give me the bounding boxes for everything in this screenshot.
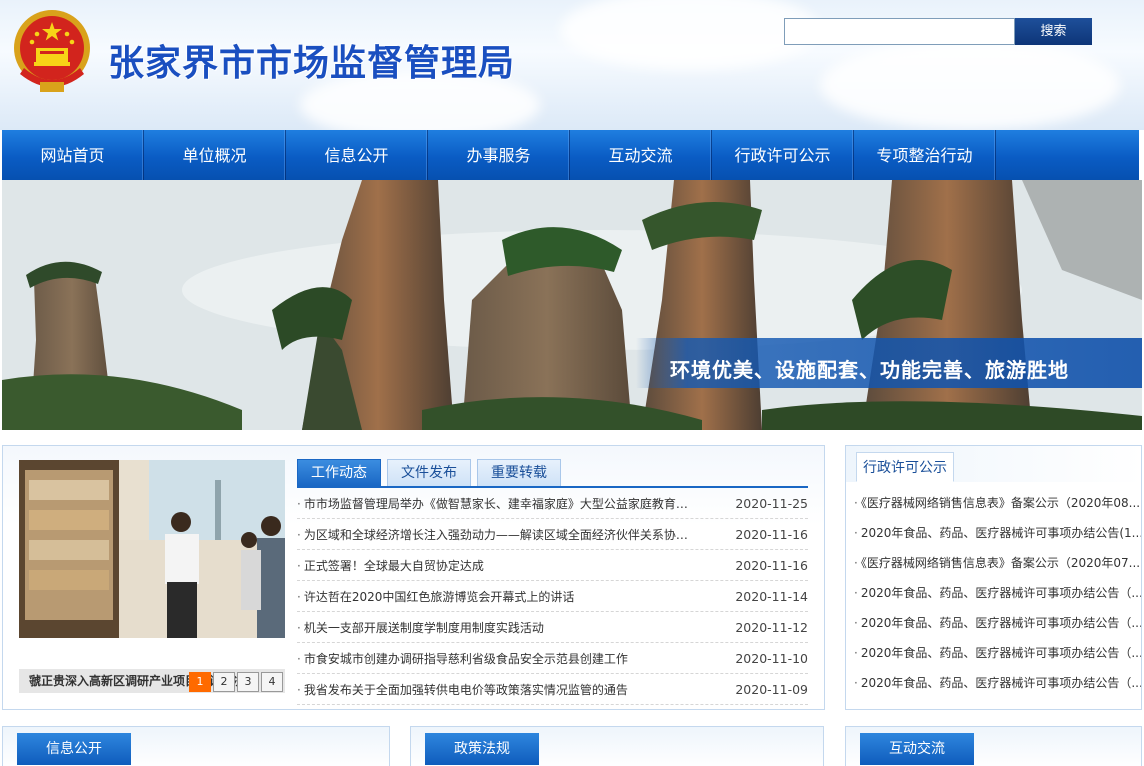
list-item[interactable]: 为区域和全球经济增长注入强劲动力——解读区域全面经济伙伴关系协定... 2020-… xyxy=(297,519,808,550)
news-date: 2020-11-12 xyxy=(735,619,808,635)
tab-file-release[interactable]: 文件发布 xyxy=(387,459,471,486)
hero-banner: 环境优美、设施配套、功能完善、旅游胜地 xyxy=(2,180,1142,430)
list-item[interactable]: 2020年食品、药品、医疗器械许可事项办结公告(1... xyxy=(854,518,1141,548)
nav-item-services[interactable]: 办事服务 xyxy=(428,130,570,180)
news-tabs: 工作动态 文件发布 重要转载 xyxy=(297,459,561,486)
news-date: 2020-11-09 xyxy=(735,681,808,697)
section-tab-policy[interactable]: 政策法规 xyxy=(425,733,539,765)
nav-item-home[interactable]: 网站首页 xyxy=(2,130,144,180)
landscape-image xyxy=(2,180,1142,430)
tab-license-public[interactable]: 行政许可公示 xyxy=(856,452,954,482)
pager-page-3[interactable]: 3 xyxy=(237,672,259,692)
news-title[interactable]: 正式签署！全球最大自贸协定达成 xyxy=(297,557,484,574)
section-interaction: 互动交流 xyxy=(845,726,1142,766)
nav-item-special-action[interactable]: 专项整治行动 xyxy=(854,130,996,180)
section-tab-interaction[interactable]: 互动交流 xyxy=(860,733,974,765)
section-policy: 政策法规 xyxy=(410,726,824,766)
list-item[interactable]: 市食安城市创建办调研指导慈利省级食品安全示范县创建工作 2020-11-10 xyxy=(297,643,808,674)
main-nav: 网站首页 单位概况 信息公开 办事服务 互动交流 行政许可公示 专项整治行动 xyxy=(2,130,1139,180)
news-title[interactable]: 我省发布关于全面加强转供电电价等政策落实情况监管的通告 xyxy=(297,681,628,698)
search-input[interactable] xyxy=(784,18,1015,45)
license-panel: 行政许可公示 《医疗器械网络销售信息表》备案公示（2020年08... 2020… xyxy=(845,445,1142,710)
list-item[interactable]: 2020年食品、药品、医疗器械许可事项办结公告（... xyxy=(854,608,1141,638)
license-list: 《医疗器械网络销售信息表》备案公示（2020年08... 2020年食品、药品、… xyxy=(854,488,1141,698)
list-item[interactable]: 2020年食品、药品、医疗器械许可事项办结公告（... xyxy=(854,668,1141,698)
pager-page-2[interactable]: 2 xyxy=(213,672,235,692)
license-panel-header: 行政许可公示 xyxy=(846,446,1141,482)
list-item[interactable]: 2020年食品、药品、医疗器械许可事项办结公告（... xyxy=(854,638,1141,668)
pager-page-4[interactable]: 4 xyxy=(261,672,283,692)
section-info-disclosure: 信息公开 xyxy=(2,726,390,766)
news-title[interactable]: 许达哲在2020中国红色旅游博览会开幕式上的讲话 xyxy=(297,588,575,605)
news-photo-image xyxy=(19,460,285,638)
list-item[interactable]: 《医疗器械网络销售信息表》备案公示（2020年08... xyxy=(854,488,1141,518)
nav-item-about[interactable]: 单位概况 xyxy=(144,130,286,180)
nav-item-info-disclosure[interactable]: 信息公开 xyxy=(286,130,428,180)
search-button[interactable]: 搜索 xyxy=(1015,18,1092,45)
news-date: 2020-11-10 xyxy=(735,650,808,666)
list-item[interactable]: 我省发布关于全面加强转供电电价等政策落实情况监管的通告 2020-11-09 xyxy=(297,674,808,705)
news-title[interactable]: 为区域和全球经济增长注入强劲动力——解读区域全面经济伙伴关系协定... xyxy=(297,526,697,543)
news-title[interactable]: 市市场监督管理局举办《做智慧家长、建幸福家庭》大型公益家庭教育讲座 xyxy=(297,495,697,512)
tab-important-reprint[interactable]: 重要转载 xyxy=(477,459,561,486)
news-date: 2020-11-14 xyxy=(735,588,808,604)
news-panel: 虢正贵深入高新区调研产业项目建设情况 1 2 3 4 工作动态 文件发布 重要转… xyxy=(2,445,825,710)
list-item[interactable]: 正式签署！全球最大自贸协定达成 2020-11-16 xyxy=(297,550,808,581)
list-item[interactable]: 2020年食品、药品、医疗器械许可事项办结公告（... xyxy=(854,578,1141,608)
news-photo[interactable] xyxy=(19,460,285,638)
list-item[interactable]: 许达哲在2020中国红色旅游博览会开幕式上的讲话 2020-11-14 xyxy=(297,581,808,612)
news-date: 2020-11-16 xyxy=(735,557,808,573)
site-header: 张家界市市场监督管理局 搜索 xyxy=(0,0,1144,130)
news-date: 2020-11-16 xyxy=(735,526,808,542)
news-title[interactable]: 机关一支部开展送制度学制度用制度实践活动 xyxy=(297,619,544,636)
tab-work-news[interactable]: 工作动态 xyxy=(297,459,381,486)
news-list: 市市场监督管理局举办《做智慧家长、建幸福家庭》大型公益家庭教育讲座 2020-11… xyxy=(297,488,808,705)
news-date: 2020-11-25 xyxy=(735,495,808,511)
national-emblem-icon xyxy=(14,10,90,92)
list-item[interactable]: 《医疗器械网络销售信息表》备案公示（2020年07... xyxy=(854,548,1141,578)
banner-slogan: 环境优美、设施配套、功能完善、旅游胜地 xyxy=(670,358,1069,382)
section-tab-info-disclosure[interactable]: 信息公开 xyxy=(17,733,131,765)
nav-item-license-public[interactable]: 行政许可公示 xyxy=(712,130,854,180)
photo-pager: 1 2 3 4 xyxy=(189,672,283,692)
site-title: 张家界市市场监督管理局 xyxy=(108,43,516,84)
news-title[interactable]: 市食安城市创建办调研指导慈利省级食品安全示范县创建工作 xyxy=(297,650,628,667)
list-item[interactable]: 市市场监督管理局举办《做智慧家长、建幸福家庭》大型公益家庭教育讲座 2020-11… xyxy=(297,488,808,519)
list-item[interactable]: 机关一支部开展送制度学制度用制度实践活动 2020-11-12 xyxy=(297,612,808,643)
pager-page-1[interactable]: 1 xyxy=(189,672,211,692)
nav-item-interaction[interactable]: 互动交流 xyxy=(570,130,712,180)
